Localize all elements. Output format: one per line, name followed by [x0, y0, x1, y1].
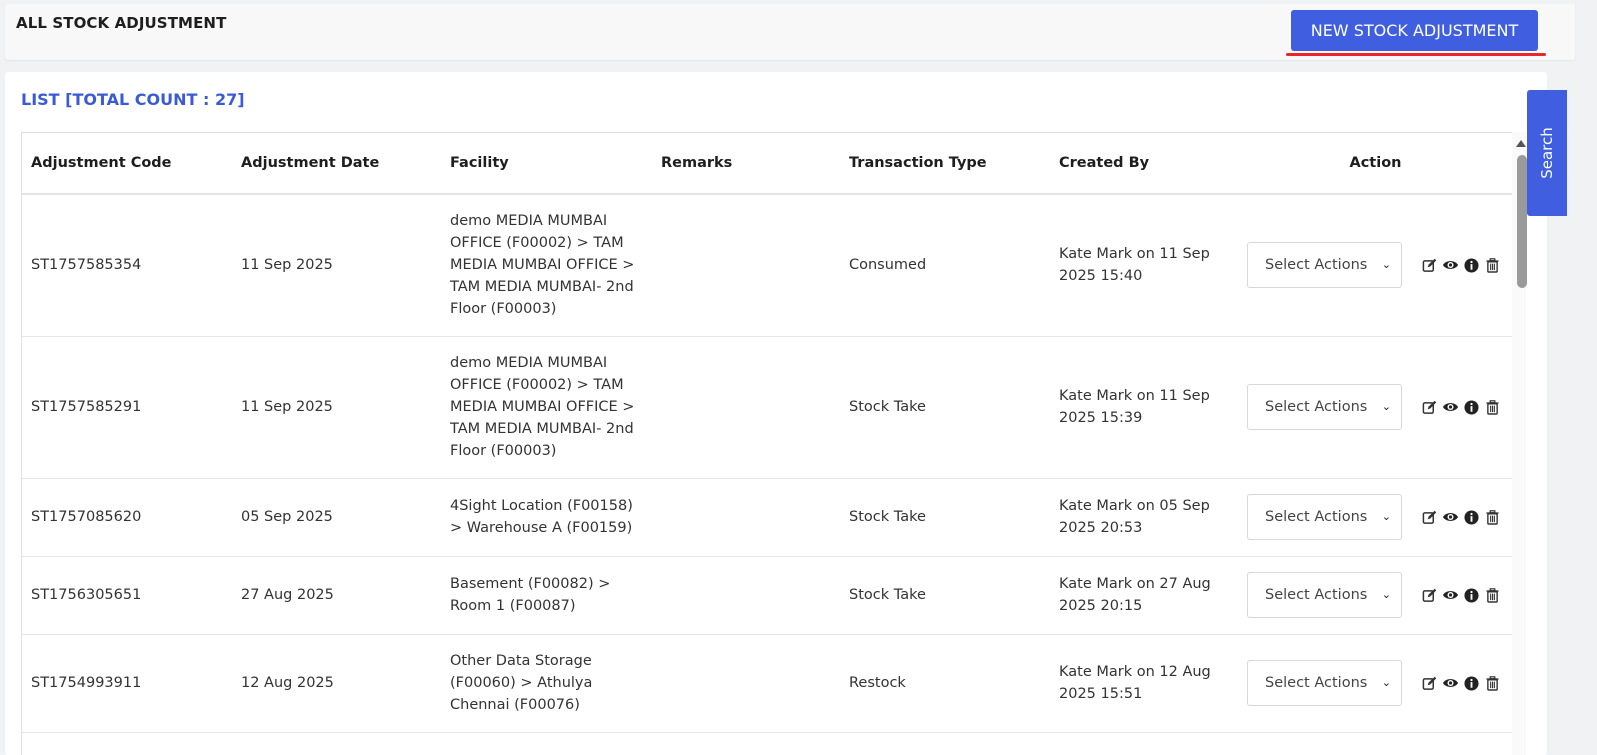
cell-adjustment-code: ST1757085620: [22, 478, 232, 557]
cell-remarks: [652, 556, 840, 635]
info-icon[interactable]: [1463, 587, 1480, 604]
adjustments-table: Adjustment Code Adjustment Date Facility…: [21, 132, 1514, 755]
cell-adjustment-date: 27 Aug 2025: [232, 556, 441, 635]
cell-adjustment-date: 12 Aug 2025: [232, 634, 441, 733]
col-header-remarks[interactable]: Remarks: [652, 133, 840, 195]
info-icon[interactable]: [1463, 509, 1480, 526]
cell-transaction-type: Consumed: [840, 194, 1050, 337]
cell-action: Select Actions ⌄: [1238, 478, 1513, 557]
scroll-up-arrow[interactable]: [1516, 140, 1526, 147]
cell-transaction-type: Restock: [840, 634, 1050, 733]
eye-icon[interactable]: [1442, 675, 1459, 692]
cell-facility: Basement (F00082) > Room 1 (F00087): [441, 556, 652, 635]
cell-remarks: [652, 634, 840, 733]
trash-icon[interactable]: [1484, 257, 1501, 274]
select-actions-value: Select Actions: [1265, 675, 1368, 691]
cell-created-by: Kate Mark on 12 Aug 2025 15:51: [1050, 634, 1238, 733]
table-row: ST1757585291 11 Sep 2025 demo MEDIA MUMBAI…: [22, 336, 1513, 479]
cell-created-by: Kate Mark on 11 Sep 2025 15:39: [1050, 336, 1238, 479]
col-header-created[interactable]: Created By: [1050, 133, 1238, 195]
cell-created-by: Kate Mark on 27 Aug 2025 20:15: [1050, 556, 1238, 635]
page-title: ALL STOCK ADJUSTMENT: [16, 14, 227, 32]
cell-transaction-type: Stock Take: [840, 336, 1050, 479]
select-actions-value: Select Actions: [1265, 509, 1368, 525]
cell-action: Select Actions ⌄: [1238, 336, 1513, 479]
edit-icon[interactable]: [1421, 675, 1438, 692]
trash-icon[interactable]: [1484, 399, 1501, 416]
cell-action: Select Actions ⌄: [1238, 634, 1513, 733]
cell-facility: Other Data Storage (F00060) > Athulya Ch…: [441, 634, 652, 733]
col-header-facility[interactable]: Facility: [441, 133, 652, 195]
select-actions-dropdown[interactable]: Select Actions ⌄: [1247, 494, 1402, 540]
cell-facility: demo MEDIA MUMBAI OFFICE (F00002) > TAM …: [441, 336, 652, 479]
search-side-tab[interactable]: Search: [1527, 90, 1567, 216]
cell-remarks: [652, 478, 840, 557]
cell-transaction-type: Stock Take: [840, 556, 1050, 635]
list-title: LIST [TOTAL COUNT : 27]: [21, 90, 245, 109]
trash-icon[interactable]: [1484, 587, 1501, 604]
cell-action: Select Actions ⌄: [1238, 556, 1513, 635]
edit-icon[interactable]: [1421, 509, 1438, 526]
eye-icon[interactable]: [1442, 587, 1459, 604]
col-header-date[interactable]: Adjustment Date: [232, 133, 441, 195]
trash-icon[interactable]: [1484, 509, 1501, 526]
cell-adjustment-code: ST1757585354: [22, 194, 232, 337]
cell-created-by: Kate Mark on 05 Sep 2025 20:53: [1050, 478, 1238, 557]
select-actions-dropdown[interactable]: Select Actions ⌄: [1247, 660, 1402, 706]
scrollbar-thumb[interactable]: [1517, 155, 1527, 288]
cell-created-by: Kate Mark on 11 Sep 2025 15:40: [1050, 194, 1238, 337]
info-icon[interactable]: [1463, 675, 1480, 692]
table-row: ST1756305651 27 Aug 2025 Basement (F00082)…: [22, 556, 1513, 635]
select-actions-value: Select Actions: [1265, 399, 1368, 415]
select-actions-value: Select Actions: [1265, 587, 1368, 603]
table-row: ST1754993911 12 Aug 2025 Other Data Storag…: [22, 634, 1513, 733]
chevron-down-icon: ⌄: [1381, 400, 1391, 413]
eye-icon[interactable]: [1442, 257, 1459, 274]
cell-remarks: [652, 194, 840, 337]
col-header-code[interactable]: Adjustment Code: [22, 133, 232, 195]
select-actions-dropdown[interactable]: Select Actions ⌄: [1247, 572, 1402, 618]
list-panel: LIST [TOTAL COUNT : 27] Adjustment Code …: [5, 72, 1547, 755]
cell-transaction-type: Stock Take: [840, 478, 1050, 557]
edit-icon[interactable]: [1421, 257, 1438, 274]
cell-adjustment-date: 11 Sep 2025: [232, 336, 441, 479]
eye-icon[interactable]: [1442, 399, 1459, 416]
eye-icon[interactable]: [1442, 509, 1459, 526]
table-row: ST1757085620 05 Sep 2025 4Sight Location (…: [22, 478, 1513, 557]
chevron-down-icon: ⌄: [1381, 588, 1391, 601]
select-actions-dropdown[interactable]: Select Actions ⌄: [1247, 242, 1402, 289]
cell-adjustment-date: 05 Sep 2025: [232, 478, 441, 557]
info-icon[interactable]: [1463, 257, 1480, 274]
cell-facility: demo MEDIA MUMBAI OFFICE (F00002) > TAM …: [441, 194, 652, 337]
chevron-down-icon: ⌄: [1381, 676, 1391, 689]
cell-action: Select Actions ⌄: [1238, 194, 1513, 337]
select-actions-value: Select Actions: [1265, 257, 1368, 274]
info-icon[interactable]: [1463, 399, 1480, 416]
table-row: ST1757585354 11 Sep 2025 demo MEDIA MUMBAI…: [22, 194, 1513, 337]
cell-facility: 4Sight Location (F00158) > Warehouse A (…: [441, 478, 652, 557]
edit-icon[interactable]: [1421, 587, 1438, 604]
cell-adjustment-date: 11 Sep 2025: [232, 194, 441, 337]
search-tab-label: Search: [1538, 127, 1557, 179]
col-header-type[interactable]: Transaction Type: [840, 133, 1050, 195]
chevron-down-icon: ⌄: [1381, 258, 1391, 272]
table-header-row: Adjustment Code Adjustment Date Facility…: [22, 133, 1513, 195]
new-stock-adjustment-button[interactable]: NEW STOCK ADJUSTMENT: [1291, 10, 1538, 51]
cell-adjustment-code: ST1757585291: [22, 336, 232, 479]
chevron-down-icon: ⌄: [1381, 510, 1391, 523]
cell-adjustment-code: ST1754993911: [22, 634, 232, 733]
edit-icon[interactable]: [1421, 399, 1438, 416]
select-actions-dropdown[interactable]: Select Actions ⌄: [1247, 384, 1402, 430]
highlight-underline: [1286, 53, 1546, 56]
cell-remarks: [652, 336, 840, 479]
trash-icon[interactable]: [1484, 675, 1501, 692]
col-header-action: Action: [1238, 133, 1513, 195]
cell-adjustment-code: ST1756305651: [22, 556, 232, 635]
